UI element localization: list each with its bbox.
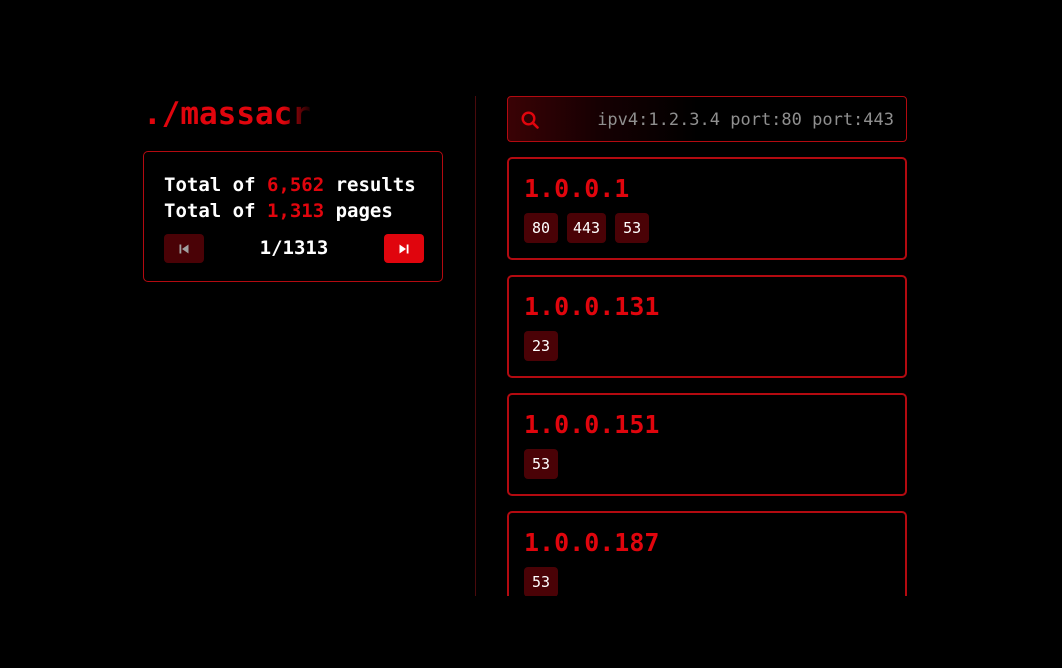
total-pages-count: 1,313 (266, 200, 325, 222)
total-results-count: 6,562 (266, 174, 325, 196)
logo-fade (282, 94, 339, 134)
total-pages-suffix: pages (324, 200, 393, 222)
search-bar[interactable] (507, 96, 907, 142)
port-badge[interactable]: 23 (524, 331, 558, 361)
page-indicator: 1/1313 (259, 237, 329, 259)
total-pages-line: Total of 1,313 pages (164, 200, 393, 222)
total-results-line: Total of 6,562 results (164, 174, 416, 196)
skip-next-icon (399, 244, 409, 253)
port-badge[interactable]: 53 (524, 567, 558, 596)
left-panel: ./massacr Total of 6,562 results Total o… (143, 94, 445, 282)
result-card[interactable]: 1.0.0.131 23 (507, 275, 907, 378)
port-list: 23 (524, 331, 558, 361)
result-card[interactable]: 1.0.0.1 80 443 53 (507, 157, 907, 260)
result-ip[interactable]: 1.0.0.131 (524, 291, 659, 323)
column-divider (475, 96, 476, 596)
search-input[interactable] (564, 108, 894, 132)
port-list: 80 443 53 (524, 213, 650, 243)
page: ./massacr Total of 6,562 results Total o… (0, 0, 1062, 668)
port-badge[interactable]: 80 (524, 213, 558, 243)
skip-previous-icon (179, 244, 189, 253)
result-ip[interactable]: 1.0.0.1 (524, 173, 629, 205)
result-card[interactable]: 1.0.0.187 53 (507, 511, 907, 596)
result-ip[interactable]: 1.0.0.151 (524, 409, 659, 441)
search-icon[interactable] (520, 110, 540, 130)
port-badge[interactable]: 53 (615, 213, 650, 243)
port-badge[interactable]: 53 (524, 449, 558, 479)
result-ip[interactable]: 1.0.0.187 (524, 527, 659, 559)
stats-panel: Total of 6,562 results Total of 1,313 pa… (143, 151, 443, 282)
results-panel: 1.0.0.1 80 443 53 1.0.0.131 23 1.0.0.151… (507, 96, 907, 596)
last-page-button[interactable] (384, 234, 424, 263)
pagination: 1/1313 (164, 234, 424, 264)
total-pages-prefix: Total of (164, 200, 267, 222)
port-list: 53 (524, 449, 558, 479)
port-badge[interactable]: 443 (567, 213, 607, 243)
port-list: 53 (524, 567, 558, 596)
result-card[interactable]: 1.0.0.151 53 (507, 393, 907, 496)
total-results-suffix: results (324, 174, 416, 196)
app-logo[interactable]: ./massacr (143, 94, 339, 134)
total-results-prefix: Total of (164, 174, 267, 196)
first-page-button[interactable] (164, 234, 204, 263)
